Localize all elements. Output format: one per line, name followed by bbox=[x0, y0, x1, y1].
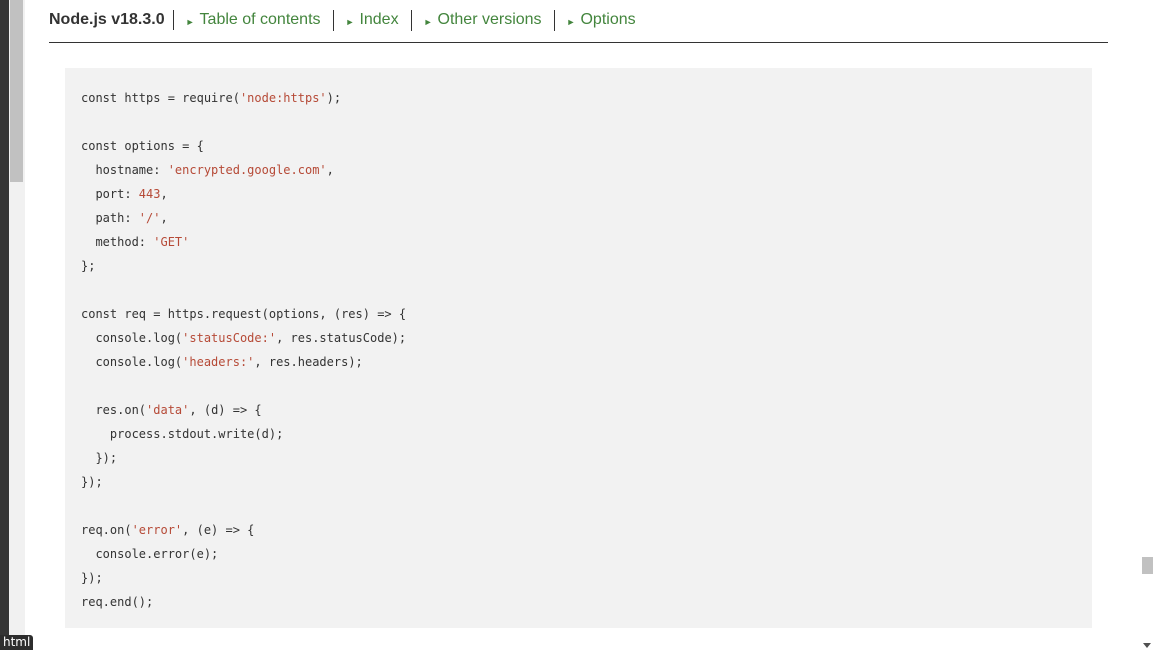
code-token: method: bbox=[81, 235, 154, 249]
left-scrollbar[interactable] bbox=[9, 0, 25, 650]
code-token: port: bbox=[81, 187, 139, 201]
code-token: }); bbox=[81, 451, 118, 465]
code-example-block: const https = require('node:https'); con… bbox=[65, 68, 1092, 628]
code-token: process.stdout.write(d); bbox=[81, 427, 284, 441]
right-scrollbar-thumb[interactable] bbox=[1142, 557, 1153, 574]
code-line: }); bbox=[81, 566, 406, 590]
code-token: hostname: bbox=[81, 163, 168, 177]
code-line: console.error(e); bbox=[81, 542, 406, 566]
code-token: 443 bbox=[138, 187, 161, 201]
nav-other-versions[interactable]: ► Other versions bbox=[412, 9, 555, 31]
code-line: }; bbox=[81, 254, 406, 278]
code-token: , res.headers); bbox=[254, 355, 363, 369]
code-token: 'GET' bbox=[153, 235, 190, 249]
code-token: 'error' bbox=[131, 523, 183, 537]
nav-label: Other versions bbox=[437, 10, 542, 28]
code-token: ); bbox=[326, 91, 342, 105]
code-token: }); bbox=[81, 571, 103, 585]
code-line: const req = https.request(options, (res)… bbox=[81, 302, 406, 326]
nav-table-of-contents[interactable]: ► Table of contents bbox=[174, 9, 334, 31]
code-token: 'node:https' bbox=[239, 91, 327, 105]
code-line: console.log('statusCode:', res.statusCod… bbox=[81, 326, 406, 350]
code-line: process.stdout.write(d); bbox=[81, 422, 406, 446]
code-token: req.on( bbox=[81, 523, 132, 537]
code-line: method: 'GET' bbox=[81, 230, 406, 254]
code-line: console.log('headers:', res.headers); bbox=[81, 350, 406, 374]
page-title: Node.js v18.3.0 bbox=[49, 10, 174, 30]
code-token: const req = https.request(options, (res)… bbox=[81, 307, 407, 321]
code-token: 'data' bbox=[146, 403, 190, 417]
code-line: req.on('error', (e) => { bbox=[81, 518, 406, 542]
triangle-right-icon: ► bbox=[423, 16, 433, 27]
code-token: , (d) => { bbox=[189, 403, 262, 417]
window-edge bbox=[0, 0, 9, 650]
code-token: console.error(e); bbox=[81, 547, 219, 561]
code-token: req.end(); bbox=[81, 595, 154, 609]
scroll-down-arrow-icon[interactable] bbox=[1143, 643, 1151, 648]
code-line: req.end(); bbox=[81, 590, 406, 614]
code-token: console.log( bbox=[81, 355, 183, 369]
code-token: }; bbox=[81, 259, 96, 273]
nav-label: Options bbox=[580, 10, 636, 28]
nav-label: Index bbox=[359, 10, 399, 28]
code-token: 'encrypted.google.com' bbox=[167, 163, 327, 177]
code-line: port: 443, bbox=[81, 182, 406, 206]
code-line: hostname: 'encrypted.google.com', bbox=[81, 158, 406, 182]
code-token: , bbox=[160, 187, 168, 201]
code-token: , bbox=[160, 211, 168, 225]
code-line: path: '/', bbox=[81, 206, 406, 230]
code-token: 'headers:' bbox=[182, 355, 255, 369]
code-token: const options = { bbox=[81, 139, 204, 153]
nav-bar: Node.js v18.3.0 ► Table of contents ► Inde… bbox=[49, 0, 1108, 40]
code-line: }); bbox=[81, 446, 406, 470]
code-line: }); bbox=[81, 470, 406, 494]
status-tooltip: html bbox=[0, 635, 34, 650]
left-scrollbar-thumb[interactable] bbox=[10, 0, 23, 182]
code-token: res.on( bbox=[81, 403, 147, 417]
triangle-right-icon: ► bbox=[185, 16, 195, 27]
triangle-right-icon: ► bbox=[345, 16, 355, 27]
code-line: res.on('data', (d) => { bbox=[81, 398, 406, 422]
nav-label: Table of contents bbox=[199, 10, 321, 28]
right-scrollbar[interactable] bbox=[1139, 0, 1156, 650]
nav-options[interactable]: ► Options bbox=[555, 10, 648, 31]
code-token: 'statusCode:' bbox=[182, 331, 277, 345]
code-line: const options = { bbox=[81, 134, 406, 158]
code-token: console.log( bbox=[81, 331, 183, 345]
triangle-right-icon: ► bbox=[566, 16, 576, 27]
top-navigation-header: Node.js v18.3.0 ► Table of contents ► Inde… bbox=[49, 0, 1108, 43]
code-token: const https = require( bbox=[81, 91, 240, 105]
code-token: }); bbox=[81, 475, 103, 489]
code-token: , res.statusCode); bbox=[276, 331, 407, 345]
code-listing: const https = require('node:https'); con… bbox=[81, 86, 406, 614]
code-token: , (e) => { bbox=[182, 523, 255, 537]
code-token: path: bbox=[81, 211, 139, 225]
code-token: , bbox=[326, 163, 334, 177]
code-line: const https = require('node:https'); bbox=[81, 86, 406, 110]
nav-index[interactable]: ► Index bbox=[334, 9, 412, 31]
code-token: '/' bbox=[138, 211, 161, 225]
